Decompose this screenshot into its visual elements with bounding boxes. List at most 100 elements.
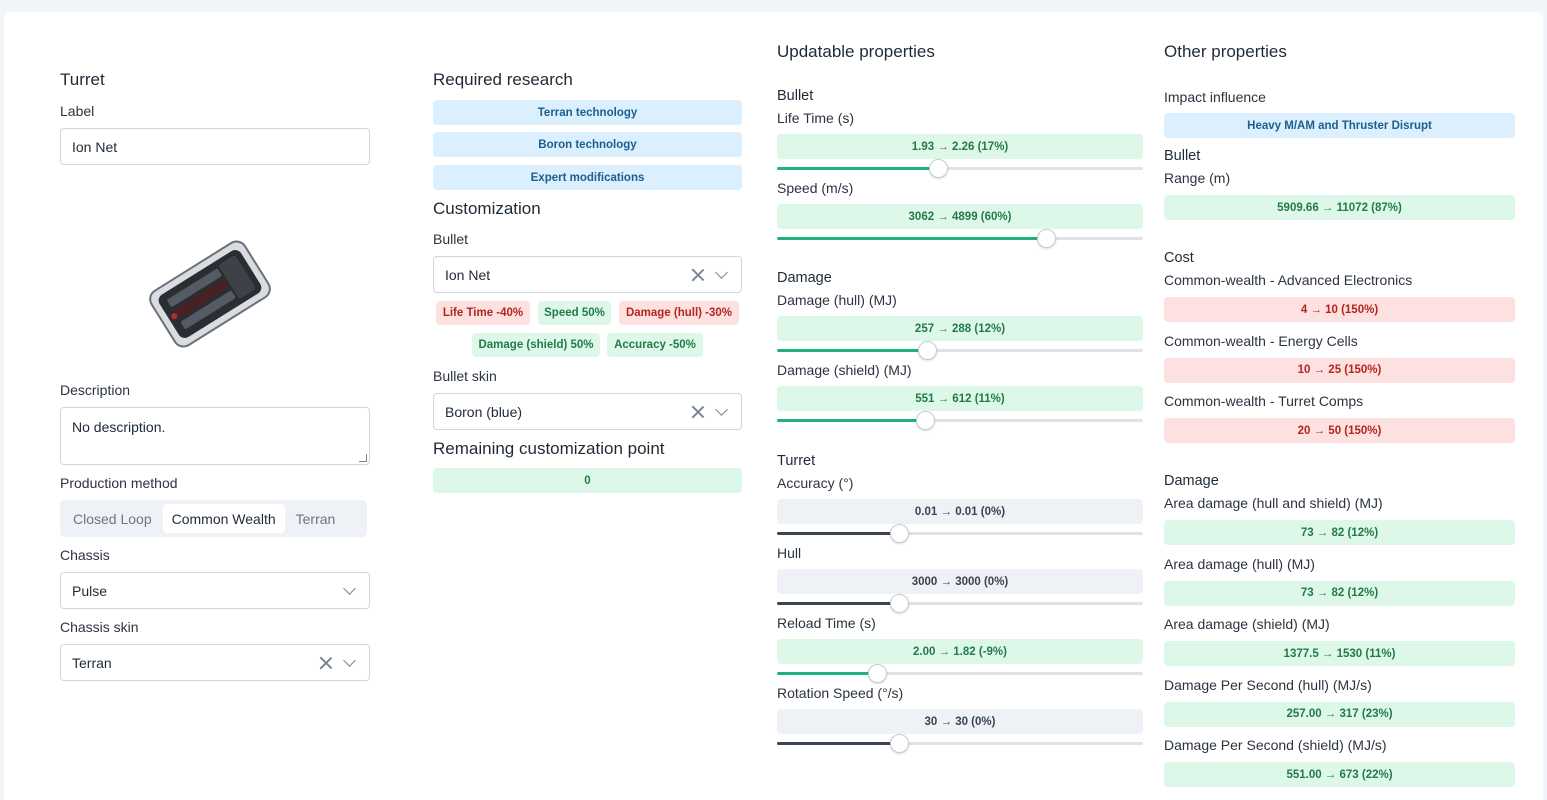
production-option-terran[interactable]: Terran: [287, 504, 345, 533]
updatable-properties-title: Updatable properties: [777, 42, 935, 61]
property-slider[interactable]: [777, 664, 1143, 683]
label-input[interactable]: Ion Net: [60, 128, 370, 165]
clear-icon[interactable]: [319, 656, 333, 670]
clear-icon[interactable]: [691, 268, 705, 282]
slider-fill: [777, 672, 877, 675]
production-option-common-wealth[interactable]: Common Wealth: [162, 504, 285, 533]
property-value: 0.01 → 0.01 (0%): [777, 499, 1143, 524]
property-slider[interactable]: [777, 734, 1143, 753]
modifier-tag: Damage (hull) -30%: [619, 301, 739, 325]
property-value: 1.93 → 2.26 (17%): [777, 134, 1143, 159]
slider-thumb[interactable]: [889, 734, 909, 753]
property-slider[interactable]: [777, 229, 1143, 248]
turret-title: Turret: [60, 70, 105, 89]
impact-influence-value: Heavy M/AM and Thruster Disrupt: [1164, 113, 1515, 138]
property-label: Life Time (s): [777, 110, 855, 126]
range-label: Range (m): [1164, 170, 1231, 186]
bullet-select[interactable]: Ion Net: [433, 256, 742, 293]
chassis-skin-label: Chassis skin: [60, 619, 139, 635]
chassis-skin-select[interactable]: Terran: [60, 644, 370, 681]
description-textarea[interactable]: No description.: [60, 407, 370, 465]
property-label: Area damage (hull) (MJ): [1164, 555, 1315, 572]
chevron-down-icon[interactable]: [343, 581, 356, 595]
chassis-label: Chassis: [60, 547, 110, 563]
updatable-group-title: Damage: [777, 270, 832, 286]
property-label: Accuracy (°): [777, 475, 854, 491]
updatable-group-title: Turret: [777, 453, 816, 469]
slider-fill: [777, 167, 939, 170]
property-label: Area damage (shield) (MJ): [1164, 616, 1330, 632]
chevron-down-icon[interactable]: [343, 653, 356, 667]
slider-thumb[interactable]: [867, 664, 887, 683]
property-value: 3000 → 3000 (0%): [777, 569, 1143, 594]
chassis-skin-value: Terran: [72, 654, 112, 671]
updatable-group-title: Bullet: [777, 88, 814, 104]
bullet-skin-label: Bullet skin: [433, 368, 497, 384]
required-research-title: Required research: [433, 70, 573, 89]
production-method-segmented[interactable]: Closed Loop Common Wealth Terran: [60, 500, 367, 537]
slider-fill: [777, 349, 928, 352]
remaining-points-value: 0: [433, 468, 742, 493]
property-value: 10 → 25 (150%): [1164, 357, 1515, 383]
slider-thumb[interactable]: [1037, 229, 1056, 248]
research-item: Terran technology: [433, 100, 742, 125]
slider-fill: [777, 237, 1046, 240]
label-input-value: Ion Net: [72, 138, 118, 155]
property-slider[interactable]: [777, 159, 1143, 178]
cost-group: Cost: [1164, 250, 1194, 266]
property-value: 2.00 → 1.82 (-9%): [777, 639, 1143, 664]
range-value: 5909.66 → 11072 (87%): [1164, 195, 1515, 220]
description-label: Description: [60, 382, 131, 398]
label-field-label: Label: [60, 103, 95, 119]
property-value: 1377.5 → 1530 (11%): [1164, 641, 1515, 666]
bullet-label: Bullet: [433, 231, 469, 247]
property-value: 4 → 10 (150%): [1164, 297, 1515, 322]
property-slider[interactable]: [777, 341, 1143, 360]
research-item: Expert modifications: [433, 165, 742, 190]
slider-thumb[interactable]: [889, 594, 909, 613]
chassis-value: Pulse: [72, 582, 108, 599]
clear-icon[interactable]: [691, 405, 705, 419]
property-value: 257.00 → 317 (23%): [1164, 701, 1515, 727]
property-label: Damage Per Second (hull) (MJ/s): [1164, 676, 1372, 693]
chevron-down-icon[interactable]: [715, 402, 728, 416]
damage-group: Damage: [1164, 473, 1219, 489]
property-value: 20 → 50 (150%): [1164, 418, 1515, 443]
property-slider[interactable]: [777, 594, 1143, 613]
slider-fill: [777, 532, 899, 535]
property-value: 551 → 612 (11%): [777, 386, 1143, 411]
other-properties-title: Other properties: [1164, 42, 1287, 61]
production-method-label: Production method: [60, 475, 178, 491]
resize-handle-icon[interactable]: [359, 454, 367, 462]
property-label: Rotation Speed (°/s): [777, 685, 904, 701]
research-item: Boron technology: [433, 132, 742, 157]
property-value: 551.00 → 673 (22%): [1164, 762, 1515, 787]
slider-thumb[interactable]: [929, 159, 949, 178]
slider-fill: [777, 742, 899, 745]
impact-influence-label: Impact influence: [1164, 89, 1266, 105]
property-slider[interactable]: [777, 524, 1143, 543]
property-slider[interactable]: [777, 411, 1143, 430]
property-label: Hull: [777, 545, 802, 561]
property-label: Damage (hull) (MJ): [777, 292, 897, 308]
slider-fill: [777, 419, 926, 422]
remaining-points-title: Remaining customization point: [433, 439, 665, 458]
property-label: Common-wealth - Advanced Electronics: [1164, 272, 1413, 288]
bullet-skin-value: Boron (blue): [445, 403, 523, 420]
production-option-closed-loop[interactable]: Closed Loop: [64, 504, 161, 533]
chassis-select[interactable]: Pulse: [60, 572, 370, 609]
turret-image: [135, 238, 285, 350]
property-label: Area damage (hull and shield) (MJ): [1164, 495, 1383, 511]
description-value: No description.: [72, 419, 166, 435]
property-label: Common-wealth - Turret Comps: [1164, 393, 1364, 409]
chevron-down-icon[interactable]: [715, 265, 728, 279]
property-value: 73 → 82 (12%): [1164, 520, 1515, 545]
other-bullet-group: Bullet: [1164, 148, 1201, 164]
slider-thumb[interactable]: [918, 341, 938, 360]
bullet-skin-select[interactable]: Boron (blue): [433, 393, 742, 430]
slider-thumb[interactable]: [889, 524, 909, 543]
property-label: Reload Time (s): [777, 615, 876, 631]
modifier-tag: Accuracy -50%: [607, 333, 703, 357]
modifier-tag: Damage (shield) 50%: [472, 333, 600, 357]
property-value: 257 → 288 (12%): [777, 316, 1143, 341]
